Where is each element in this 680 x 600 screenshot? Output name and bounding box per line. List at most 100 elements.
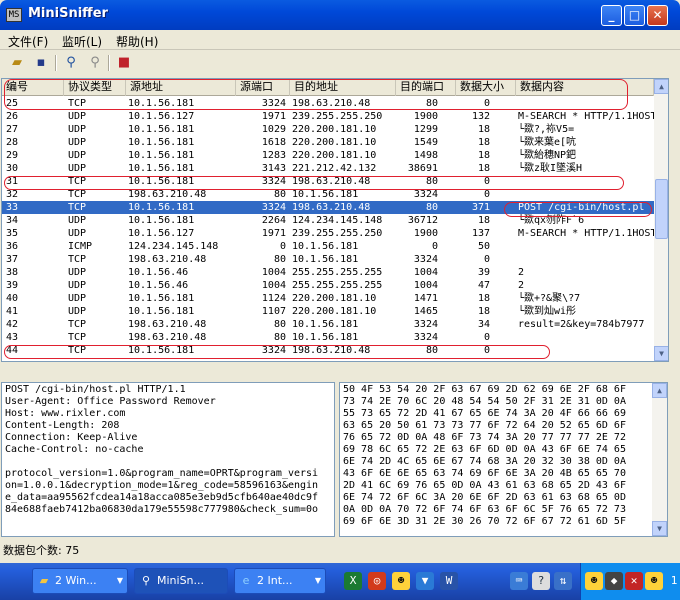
packet-detail-text: POST /cgi-bin/host.pl HTTP/1.1 User-Agen… [5, 384, 319, 515]
cell-proto: TCP [68, 319, 87, 330]
hex-dump-pane[interactable]: 50 4F 53 54 20 2F 63 67 69 2D 62 69 6E 2… [339, 382, 668, 537]
title-bar[interactable]: MS MiniSniffer _ □ ✕ [0, 0, 680, 30]
cell-size: 18 [477, 163, 490, 174]
table-row[interactable]: 28 UDP 10.1.56.181 1618 220.200.181.10 1549 18… [2, 136, 654, 149]
packet-detail-pane[interactable]: POST /cgi-bin/host.pl HTTP/1.1 User-Agen… [1, 382, 335, 537]
cell-size: 50 [477, 241, 490, 252]
packet-list-scrollbar[interactable]: ▲ ▼ [654, 79, 668, 361]
minimize-button[interactable]: _ [601, 5, 622, 26]
toolbar-separator [108, 55, 110, 71]
task-internet-explorer[interactable]: e 2 Int... ▼ [234, 568, 326, 594]
cell-size: 18 [477, 137, 490, 148]
search-icon[interactable]: ⚲ [62, 54, 80, 72]
cell-dst: 220.200.181.10 [292, 306, 377, 317]
excel-icon[interactable]: X [344, 572, 362, 590]
table-row[interactable]: 37 TCP 198.63.210.48 80 10.1.56.181 3324 0 [2, 253, 654, 266]
word-icon[interactable]: W [440, 572, 458, 590]
cell-proto: UDP [68, 215, 87, 226]
menu-listen[interactable]: 监听(L) [62, 33, 102, 50]
table-row[interactable]: 26 UDP 10.1.56.127 1971 239.255.255.250 1900 1… [2, 110, 654, 123]
cell-proto: UDP [68, 150, 87, 161]
download-icon[interactable]: ▼ [416, 572, 434, 590]
cell-size: 371 [471, 202, 490, 213]
highlight-ring [4, 176, 624, 190]
cell-sport: 80 [273, 254, 286, 265]
cell-dst: 239.255.255.250 [292, 228, 383, 239]
app-icon: MS [6, 8, 22, 22]
menu-file[interactable]: 文件(F) [8, 33, 48, 50]
scroll-down-button[interactable]: ▼ [654, 346, 668, 361]
cell-src: 198.63.210.48 [128, 319, 207, 330]
highlight-ring [504, 202, 652, 217]
antivirus-icon[interactable]: ◆ [605, 572, 623, 590]
cell-src: 10.1.56.181 [128, 202, 195, 213]
table-row[interactable]: 42 TCP 198.63.210.48 80 10.1.56.181 3324 34 res… [2, 318, 654, 331]
cell-src: 10.1.56.181 [128, 215, 195, 226]
maximize-button[interactable]: □ [624, 5, 645, 26]
scroll-thumb[interactable] [655, 179, 668, 239]
scroll-down-button[interactable]: ▼ [652, 521, 667, 536]
cell-no: 35 [6, 228, 19, 239]
qq-icon[interactable]: ☻ [392, 572, 410, 590]
table-row[interactable]: 30 UDP 10.1.56.181 3143 221.212.42.132 38691 1… [2, 162, 654, 175]
table-row[interactable]: 35 UDP 10.1.56.127 1971 239.255.255.250 1900 1… [2, 227, 654, 240]
cell-proto: UDP [68, 163, 87, 174]
cell-proto: UDP [68, 280, 87, 291]
cell-src: 10.1.56.181 [128, 306, 195, 317]
cell-sport: 1618 [261, 137, 286, 148]
cell-dport: 1549 [413, 137, 438, 148]
status-bar: 数据包个数: 75 [3, 544, 80, 557]
highlight-ring [4, 79, 628, 110]
qq-tray-icon[interactable]: ☻ [645, 572, 663, 590]
cell-size: 132 [471, 111, 490, 122]
cell-dst: 220.200.181.10 [292, 293, 377, 304]
shield-icon[interactable]: ✕ [625, 572, 643, 590]
cell-sport: 1971 [261, 228, 286, 239]
scroll-up-button[interactable]: ▲ [652, 383, 667, 398]
hex-pane-scrollbar[interactable]: ▲ ▼ [652, 383, 667, 536]
table-row[interactable]: 29 UDP 10.1.56.181 1283 220.200.181.10 1498 18… [2, 149, 654, 162]
hex-dump-text: 50 4F 53 54 20 2F 63 67 69 2D 62 69 6E 2… [343, 384, 626, 527]
cell-size: 18 [477, 215, 490, 226]
cell-dport: 36712 [407, 215, 438, 226]
cell-dport: 1299 [413, 124, 438, 135]
cell-proto: UDP [68, 306, 87, 317]
cell-dport: 80 [425, 202, 438, 213]
cell-dport: 1471 [413, 293, 438, 304]
cell-size: 18 [477, 150, 490, 161]
cell-size: 34 [477, 319, 490, 330]
cell-data [518, 331, 654, 344]
table-row[interactable]: 43 TCP 198.63.210.48 80 10.1.56.181 3324 0 [2, 331, 654, 344]
table-row[interactable]: 38 UDP 10.1.56.46 1004 255.255.255.255 1004 39… [2, 266, 654, 279]
clock[interactable]: 1 [665, 572, 680, 590]
task-minisniffer[interactable]: ⚲ MiniSn... [134, 568, 228, 594]
close-button[interactable]: ✕ [647, 5, 668, 26]
cell-src: 10.1.56.127 [128, 111, 195, 122]
chevron-down-icon: ▼ [116, 576, 123, 585]
search-gray-icon[interactable]: ⚲ [86, 54, 104, 72]
cell-size: 0 [483, 332, 490, 343]
task-explorer[interactable]: ▰ 2 Win... ▼ [32, 568, 128, 594]
table-row[interactable]: 27 UDP 10.1.56.181 1029 220.200.181.10 1299 18… [2, 123, 654, 136]
table-row[interactable]: 36 ICMP 124.234.145.148 0 10.1.56.181 0 50 [2, 240, 654, 253]
network-icon[interactable]: ⇅ [554, 572, 572, 590]
table-row[interactable]: 39 UDP 10.1.56.46 1004 255.255.255.255 1004 47… [2, 279, 654, 292]
keyboard-icon[interactable]: ⌨ [510, 572, 528, 590]
packet-list[interactable]: 编号 协议类型 源地址 源端口 目的地址 目的端口 数据大小 数据内容 25 TC… [1, 78, 669, 362]
stop-icon[interactable]: ■ [115, 54, 133, 72]
folder-icon: ▰ [39, 574, 49, 587]
cell-dport: 3324 [413, 254, 438, 265]
table-row[interactable]: 41 UDP 10.1.56.181 1107 220.200.181.10 1465 18… [2, 305, 654, 318]
save-icon[interactable]: ▪ [32, 54, 50, 72]
scroll-up-button[interactable]: ▲ [654, 79, 668, 94]
table-row[interactable]: 40 UDP 10.1.56.181 1124 220.200.181.10 1471 18… [2, 292, 654, 305]
qq-tray-icon[interactable]: ☻ [585, 572, 603, 590]
open-folder-icon[interactable]: ▰ [8, 54, 26, 72]
cell-no: 40 [6, 293, 19, 304]
cell-proto: UDP [68, 137, 87, 148]
cell-sport: 1124 [261, 293, 286, 304]
help-icon[interactable]: ? [532, 572, 550, 590]
menu-help[interactable]: 帮助(H) [116, 33, 158, 50]
cell-sport: 3143 [261, 163, 286, 174]
app-icon-red[interactable]: ◎ [368, 572, 386, 590]
